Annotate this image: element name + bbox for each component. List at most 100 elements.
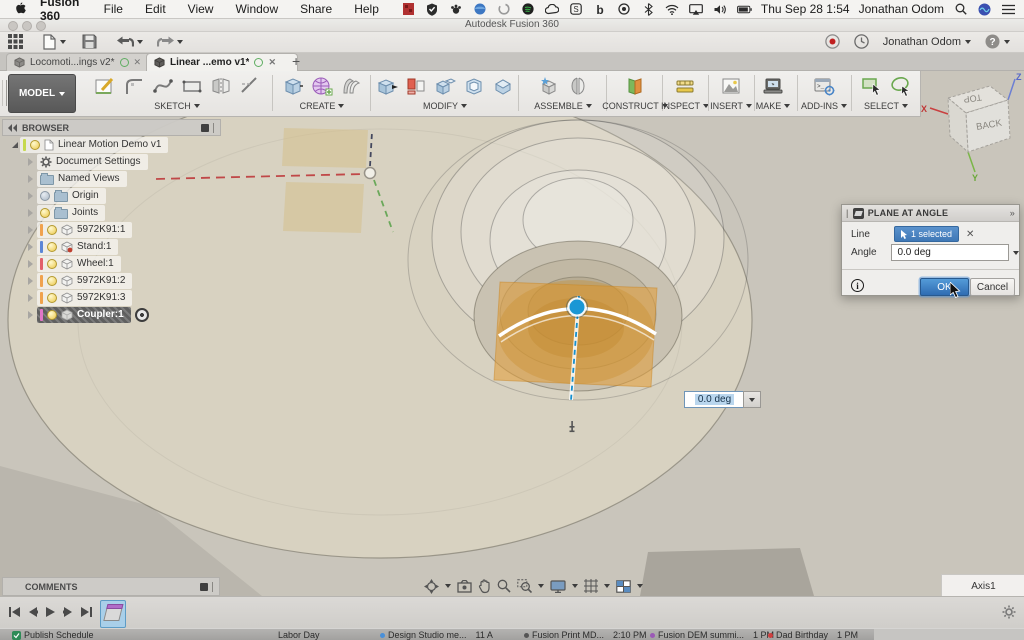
close-tab-icon[interactable]: ✕ bbox=[268, 57, 276, 68]
browser-panel-header[interactable]: BROWSER bbox=[2, 119, 221, 136]
timeline-step-forward-button[interactable] bbox=[60, 604, 76, 620]
orbit-icon[interactable] bbox=[424, 578, 439, 594]
browser-item-root[interactable]: Linear Motion Demo v1 bbox=[2, 136, 262, 153]
menu-share[interactable]: Share bbox=[300, 2, 332, 16]
blue-sphere-icon[interactable] bbox=[473, 2, 488, 16]
press-pull-icon[interactable] bbox=[375, 74, 399, 98]
apple-menu-icon[interactable] bbox=[14, 2, 26, 16]
expand-arrow-icon[interactable] bbox=[28, 191, 33, 200]
display-settings-dropdown-icon[interactable] bbox=[572, 584, 578, 588]
wifi-icon[interactable] bbox=[665, 2, 680, 16]
dialog-title-bar[interactable]: | PLANE AT ANGLE » bbox=[842, 205, 1019, 222]
expand-arrow-icon[interactable] bbox=[28, 276, 33, 285]
zoom-icon[interactable] bbox=[497, 579, 511, 593]
calendar-event[interactable]: Fusion DEM summi... 1 PM bbox=[650, 630, 774, 640]
browser-item-origin[interactable]: Origin bbox=[2, 187, 262, 204]
expand-arrow-icon[interactable] bbox=[28, 174, 33, 183]
ribbon-group-select-label[interactable]: SELECT bbox=[864, 101, 908, 111]
ribbon-group-addins-label[interactable]: ADD-INS bbox=[801, 101, 847, 111]
viewports-icon[interactable] bbox=[616, 579, 631, 593]
menu-bar-user[interactable]: Jonathan Odom bbox=[859, 2, 944, 16]
redo-icon[interactable] bbox=[157, 33, 183, 51]
sketch-trim-icon[interactable] bbox=[238, 74, 262, 98]
calendar-event[interactable]: Dad Birthday 1 PM bbox=[768, 630, 858, 640]
construct-plane-icon[interactable] bbox=[623, 74, 647, 98]
visibility-bulb-icon[interactable] bbox=[47, 292, 57, 303]
menu-window[interactable]: Window bbox=[235, 2, 278, 16]
ribbon-group-construct-label[interactable]: CONSTRUCT bbox=[602, 101, 668, 111]
visibility-bulb-icon[interactable] bbox=[40, 207, 50, 218]
bluetooth-icon[interactable] bbox=[641, 2, 656, 16]
ribbon-group-assemble-label[interactable]: ASSEMBLE bbox=[534, 101, 592, 111]
s-square-icon[interactable]: S bbox=[569, 2, 584, 16]
line-selection-chip[interactable]: 1 selected bbox=[894, 226, 960, 242]
airplay-display-icon[interactable] bbox=[689, 2, 704, 16]
notification-center-icon[interactable] bbox=[1001, 2, 1016, 16]
sketch-rectangle-icon[interactable] bbox=[180, 74, 204, 98]
shield-icon[interactable] bbox=[425, 2, 440, 16]
ribbon-group-make-label[interactable]: MAKE bbox=[756, 101, 791, 111]
battery-icon[interactable] bbox=[736, 2, 752, 16]
close-tab-icon[interactable]: ✕ bbox=[134, 57, 142, 68]
expand-arrow-icon[interactable] bbox=[28, 310, 33, 319]
select-window-icon[interactable] bbox=[860, 74, 884, 98]
account-user-menu[interactable]: Jonathan Odom bbox=[883, 36, 971, 48]
visibility-bulb-icon[interactable] bbox=[40, 190, 50, 201]
active-app-name[interactable]: Fusion 360 bbox=[40, 0, 82, 23]
select-lasso-icon[interactable] bbox=[889, 74, 913, 98]
look-at-icon[interactable] bbox=[457, 579, 472, 593]
display-settings-icon[interactable] bbox=[550, 579, 566, 593]
grid-settings-icon[interactable] bbox=[584, 579, 598, 593]
create-coil-icon[interactable] bbox=[310, 74, 334, 98]
panel-dock-icon[interactable] bbox=[200, 582, 208, 591]
visibility-bulb-icon[interactable] bbox=[47, 258, 57, 269]
create-box-icon[interactable] bbox=[281, 74, 305, 98]
cancel-button[interactable]: Cancel bbox=[970, 278, 1015, 296]
ribbon-group-create-label[interactable]: CREATE bbox=[300, 101, 345, 111]
sketch-fillet-icon[interactable] bbox=[122, 74, 146, 98]
ribbon-group-inspect-label[interactable]: INSPECT bbox=[661, 101, 710, 111]
comments-panel-header[interactable]: COMMENTS bbox=[2, 577, 220, 596]
expand-arrow-icon[interactable] bbox=[28, 225, 33, 234]
b-letter-icon[interactable]: b bbox=[593, 2, 608, 16]
ribbon-group-insert-label[interactable]: INSERT bbox=[710, 101, 752, 111]
ribbon-group-sketch-label[interactable]: SKETCH bbox=[154, 101, 200, 111]
expand-arrow-icon[interactable] bbox=[28, 293, 33, 302]
save-icon[interactable] bbox=[82, 33, 97, 51]
cloud-icon[interactable] bbox=[545, 2, 560, 16]
document-tab-locomotion[interactable]: Locomoti...ings v2* ✕ bbox=[6, 53, 158, 71]
dialog-expand-icon[interactable]: » bbox=[1010, 208, 1015, 218]
data-panel-grid-icon[interactable] bbox=[8, 33, 23, 51]
volume-icon[interactable] bbox=[713, 2, 728, 16]
timeline-settings-gear-icon[interactable] bbox=[1002, 605, 1016, 619]
expand-arrow-icon[interactable] bbox=[28, 157, 33, 166]
zoom-window-icon[interactable] bbox=[517, 579, 532, 593]
browser-item-document-settings[interactable]: Document Settings bbox=[2, 153, 262, 170]
timeline-skip-start-button[interactable] bbox=[6, 604, 22, 620]
paw-icon[interactable] bbox=[449, 2, 464, 16]
create-form-icon[interactable] bbox=[339, 74, 363, 98]
calendar-event[interactable]: Publish Schedule bbox=[12, 630, 94, 640]
dialog-info-icon[interactable]: i bbox=[851, 279, 864, 292]
target-icon[interactable] bbox=[617, 2, 632, 16]
workspace-selector[interactable]: MODEL bbox=[8, 74, 76, 113]
activate-component-radio[interactable] bbox=[134, 307, 149, 322]
angle-input-field[interactable]: 0.0 deg bbox=[891, 244, 1009, 261]
combine-icon[interactable] bbox=[433, 74, 457, 98]
expand-arrow-icon[interactable] bbox=[12, 136, 18, 148]
chamfer-icon[interactable] bbox=[491, 74, 515, 98]
viewports-dropdown-icon[interactable] bbox=[637, 584, 643, 588]
swirl-icon[interactable] bbox=[497, 2, 512, 16]
help-menu[interactable]: ? bbox=[985, 34, 1010, 49]
angle-dropdown-icon[interactable] bbox=[1013, 250, 1019, 255]
calendar-event[interactable]: Fusion Print MD... 2:10 PM bbox=[524, 630, 647, 640]
insert-image-icon[interactable] bbox=[719, 74, 743, 98]
timeline-play-button[interactable] bbox=[42, 604, 58, 620]
red-app-status-icon[interactable] bbox=[401, 2, 416, 16]
visibility-bulb-icon[interactable] bbox=[47, 309, 57, 320]
browser-item-component[interactable]: 5972K91:1 bbox=[2, 221, 262, 238]
undo-icon[interactable] bbox=[117, 33, 143, 51]
zoom-dropdown-icon[interactable] bbox=[538, 584, 544, 588]
toolbar-grip-handle[interactable] bbox=[2, 80, 7, 106]
visibility-bulb-icon[interactable] bbox=[30, 139, 40, 150]
